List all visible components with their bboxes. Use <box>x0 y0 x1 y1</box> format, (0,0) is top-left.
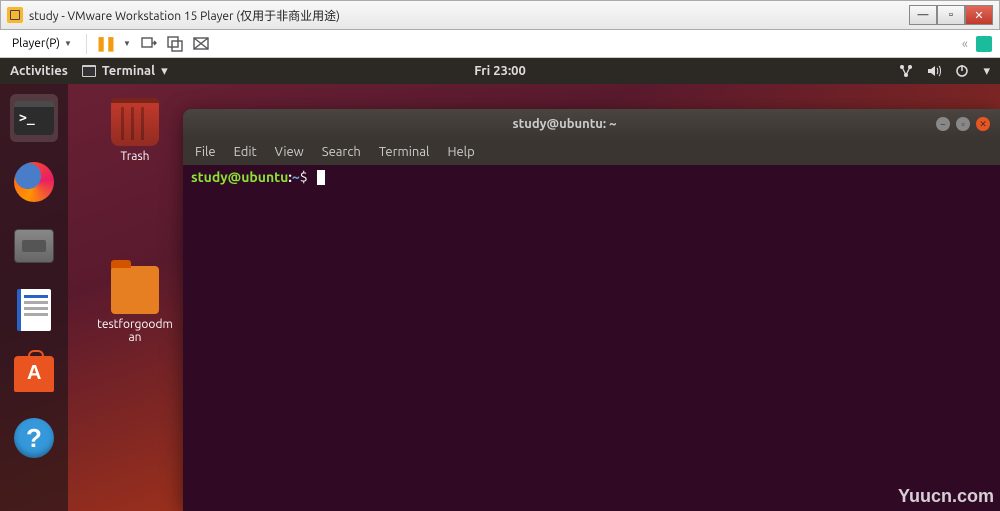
ubuntu-desktop[interactable]: ? Trash testforgoodman study@ubuntu: ~ –… <box>0 84 1000 511</box>
system-tray[interactable]: ▾ <box>899 64 990 79</box>
menu-edit[interactable]: Edit <box>234 145 257 159</box>
terminal-menubar: File Edit View Search Terminal Help <box>183 139 1000 165</box>
maximize-button[interactable]: ▫ <box>937 5 965 25</box>
vmware-toolbar: Player(P) ▼ ❚❚ ▼ « <box>0 30 1000 58</box>
terminal-window: study@ubuntu: ~ – ▫ ✕ File Edit View Sea… <box>183 109 1000 511</box>
terminal-close-button[interactable]: ✕ <box>976 117 990 131</box>
firefox-icon <box>14 162 54 202</box>
help-icon: ? <box>14 418 54 458</box>
desktop-folder-testforgoodman[interactable]: testforgoodman <box>95 266 175 344</box>
clock[interactable]: Fri 23:00 <box>474 64 526 78</box>
ubuntu-top-bar: Activities Terminal ▾ Fri 23:00 ▾ <box>0 58 1000 84</box>
dock-files[interactable] <box>10 222 58 270</box>
files-icon <box>14 229 54 263</box>
dock-terminal[interactable] <box>10 94 58 142</box>
player-label: Player(P) <box>12 37 60 50</box>
prompt-user: study@ubuntu <box>191 169 288 185</box>
top-app-menu[interactable]: Terminal ▾ <box>82 64 168 79</box>
network-icon <box>899 64 913 78</box>
dropdown-icon[interactable]: ▼ <box>123 39 131 48</box>
terminal-maximize-button[interactable]: ▫ <box>956 117 970 131</box>
vm-status-icon[interactable] <box>976 36 992 52</box>
prompt-path: ~ <box>292 169 300 185</box>
terminal-titlebar[interactable]: study@ubuntu: ~ – ▫ ✕ <box>183 109 1000 139</box>
terminal-icon <box>82 64 96 78</box>
minimize-button[interactable]: — <box>909 5 937 25</box>
volume-icon <box>927 64 941 78</box>
terminal-cursor <box>317 170 325 185</box>
dropdown-icon: ▾ <box>161 64 168 79</box>
desktop-trash[interactable]: Trash <box>95 98 175 163</box>
window-controls: — ▫ ✕ <box>909 5 993 25</box>
activities-button[interactable]: Activities <box>10 64 68 78</box>
vmware-app-icon <box>7 7 23 23</box>
trash-label: Trash <box>95 150 175 163</box>
fullscreen-icon[interactable] <box>193 36 209 52</box>
trash-icon <box>111 98 159 146</box>
vmware-right-controls: « <box>962 36 992 52</box>
menu-file[interactable]: File <box>195 145 216 159</box>
dock-writer[interactable] <box>10 286 58 334</box>
terminal-title: study@ubuntu: ~ <box>193 117 936 131</box>
dock-help[interactable]: ? <box>10 414 58 462</box>
unity-icon[interactable] <box>167 36 183 52</box>
send-ctrl-alt-del-icon[interactable] <box>141 36 157 52</box>
terminal-controls: – ▫ ✕ <box>936 117 990 131</box>
dock-firefox[interactable] <box>10 158 58 206</box>
dropdown-icon: ▼ <box>64 39 72 48</box>
menu-terminal[interactable]: Terminal <box>379 145 430 159</box>
ubuntu-software-icon <box>14 356 54 392</box>
player-menu[interactable]: Player(P) ▼ <box>8 35 76 52</box>
dropdown-icon: ▾ <box>983 64 990 79</box>
prompt-sign: $ <box>300 169 308 185</box>
separator <box>86 34 87 54</box>
power-icon <box>955 64 969 78</box>
folder-label: testforgoodman <box>95 318 175 344</box>
terminal-minimize-button[interactable]: – <box>936 117 950 131</box>
folder-icon <box>111 266 159 314</box>
terminal-icon <box>14 101 54 135</box>
terminal-body[interactable]: study@ubuntu:~$ <box>183 165 1000 189</box>
pause-icon[interactable]: ❚❚ <box>97 36 113 52</box>
window-title: study - VMware Workstation 15 Player (仅用… <box>29 7 909 24</box>
menu-search[interactable]: Search <box>322 145 361 159</box>
libreoffice-writer-icon <box>17 289 51 331</box>
windows-titlebar: study - VMware Workstation 15 Player (仅用… <box>0 0 1000 30</box>
dock-software[interactable] <box>10 350 58 398</box>
watermark: Yuucn.com <box>898 486 994 507</box>
close-button[interactable]: ✕ <box>965 5 993 25</box>
menu-view[interactable]: View <box>275 145 304 159</box>
ubuntu-dock: ? <box>0 84 68 511</box>
menu-help[interactable]: Help <box>447 145 474 159</box>
app-label: Terminal <box>102 64 155 78</box>
collapse-icon[interactable]: « <box>962 37 968 51</box>
